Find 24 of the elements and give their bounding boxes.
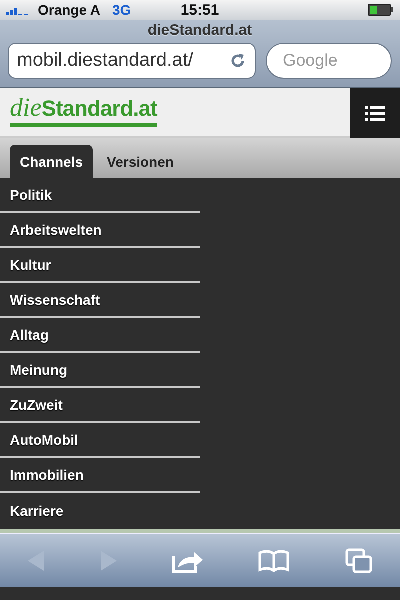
channel-item[interactable]: Politik <box>0 178 200 213</box>
reload-icon[interactable] <box>229 52 247 70</box>
channel-item[interactable]: Alltag <box>0 318 200 353</box>
tab[interactable]: Channels <box>10 145 94 178</box>
battery-icon <box>368 4 394 16</box>
menu-icon <box>365 105 385 121</box>
channel-item[interactable]: Arbeitswelten <box>0 213 200 248</box>
search-field[interactable]: Google <box>266 43 392 79</box>
channel-item[interactable]: Kultur <box>0 248 200 283</box>
channel-item[interactable]: ZuZweit <box>0 388 200 423</box>
page-title: dieStandard.at <box>146 22 254 39</box>
tabs-icon[interactable] <box>344 548 373 574</box>
network-type: 3G <box>112 2 132 18</box>
bookmarks-icon[interactable] <box>258 550 290 572</box>
channel-item[interactable]: AutoMobil <box>0 423 200 458</box>
menu-button[interactable] <box>350 88 400 138</box>
clock: 15:51 <box>180 2 220 18</box>
channel-item[interactable]: Karriere <box>0 493 200 528</box>
tab[interactable]: Versionen <box>97 145 184 178</box>
carrier-name: Orange A <box>38 2 100 18</box>
channel-item[interactable]: Meinung <box>0 353 200 388</box>
channel-item[interactable]: Wissenschaft <box>0 283 200 318</box>
channel-item[interactable]: Immobilien <box>0 458 200 493</box>
address-field[interactable]: mobil.diestandard.at/ <box>8 43 256 79</box>
